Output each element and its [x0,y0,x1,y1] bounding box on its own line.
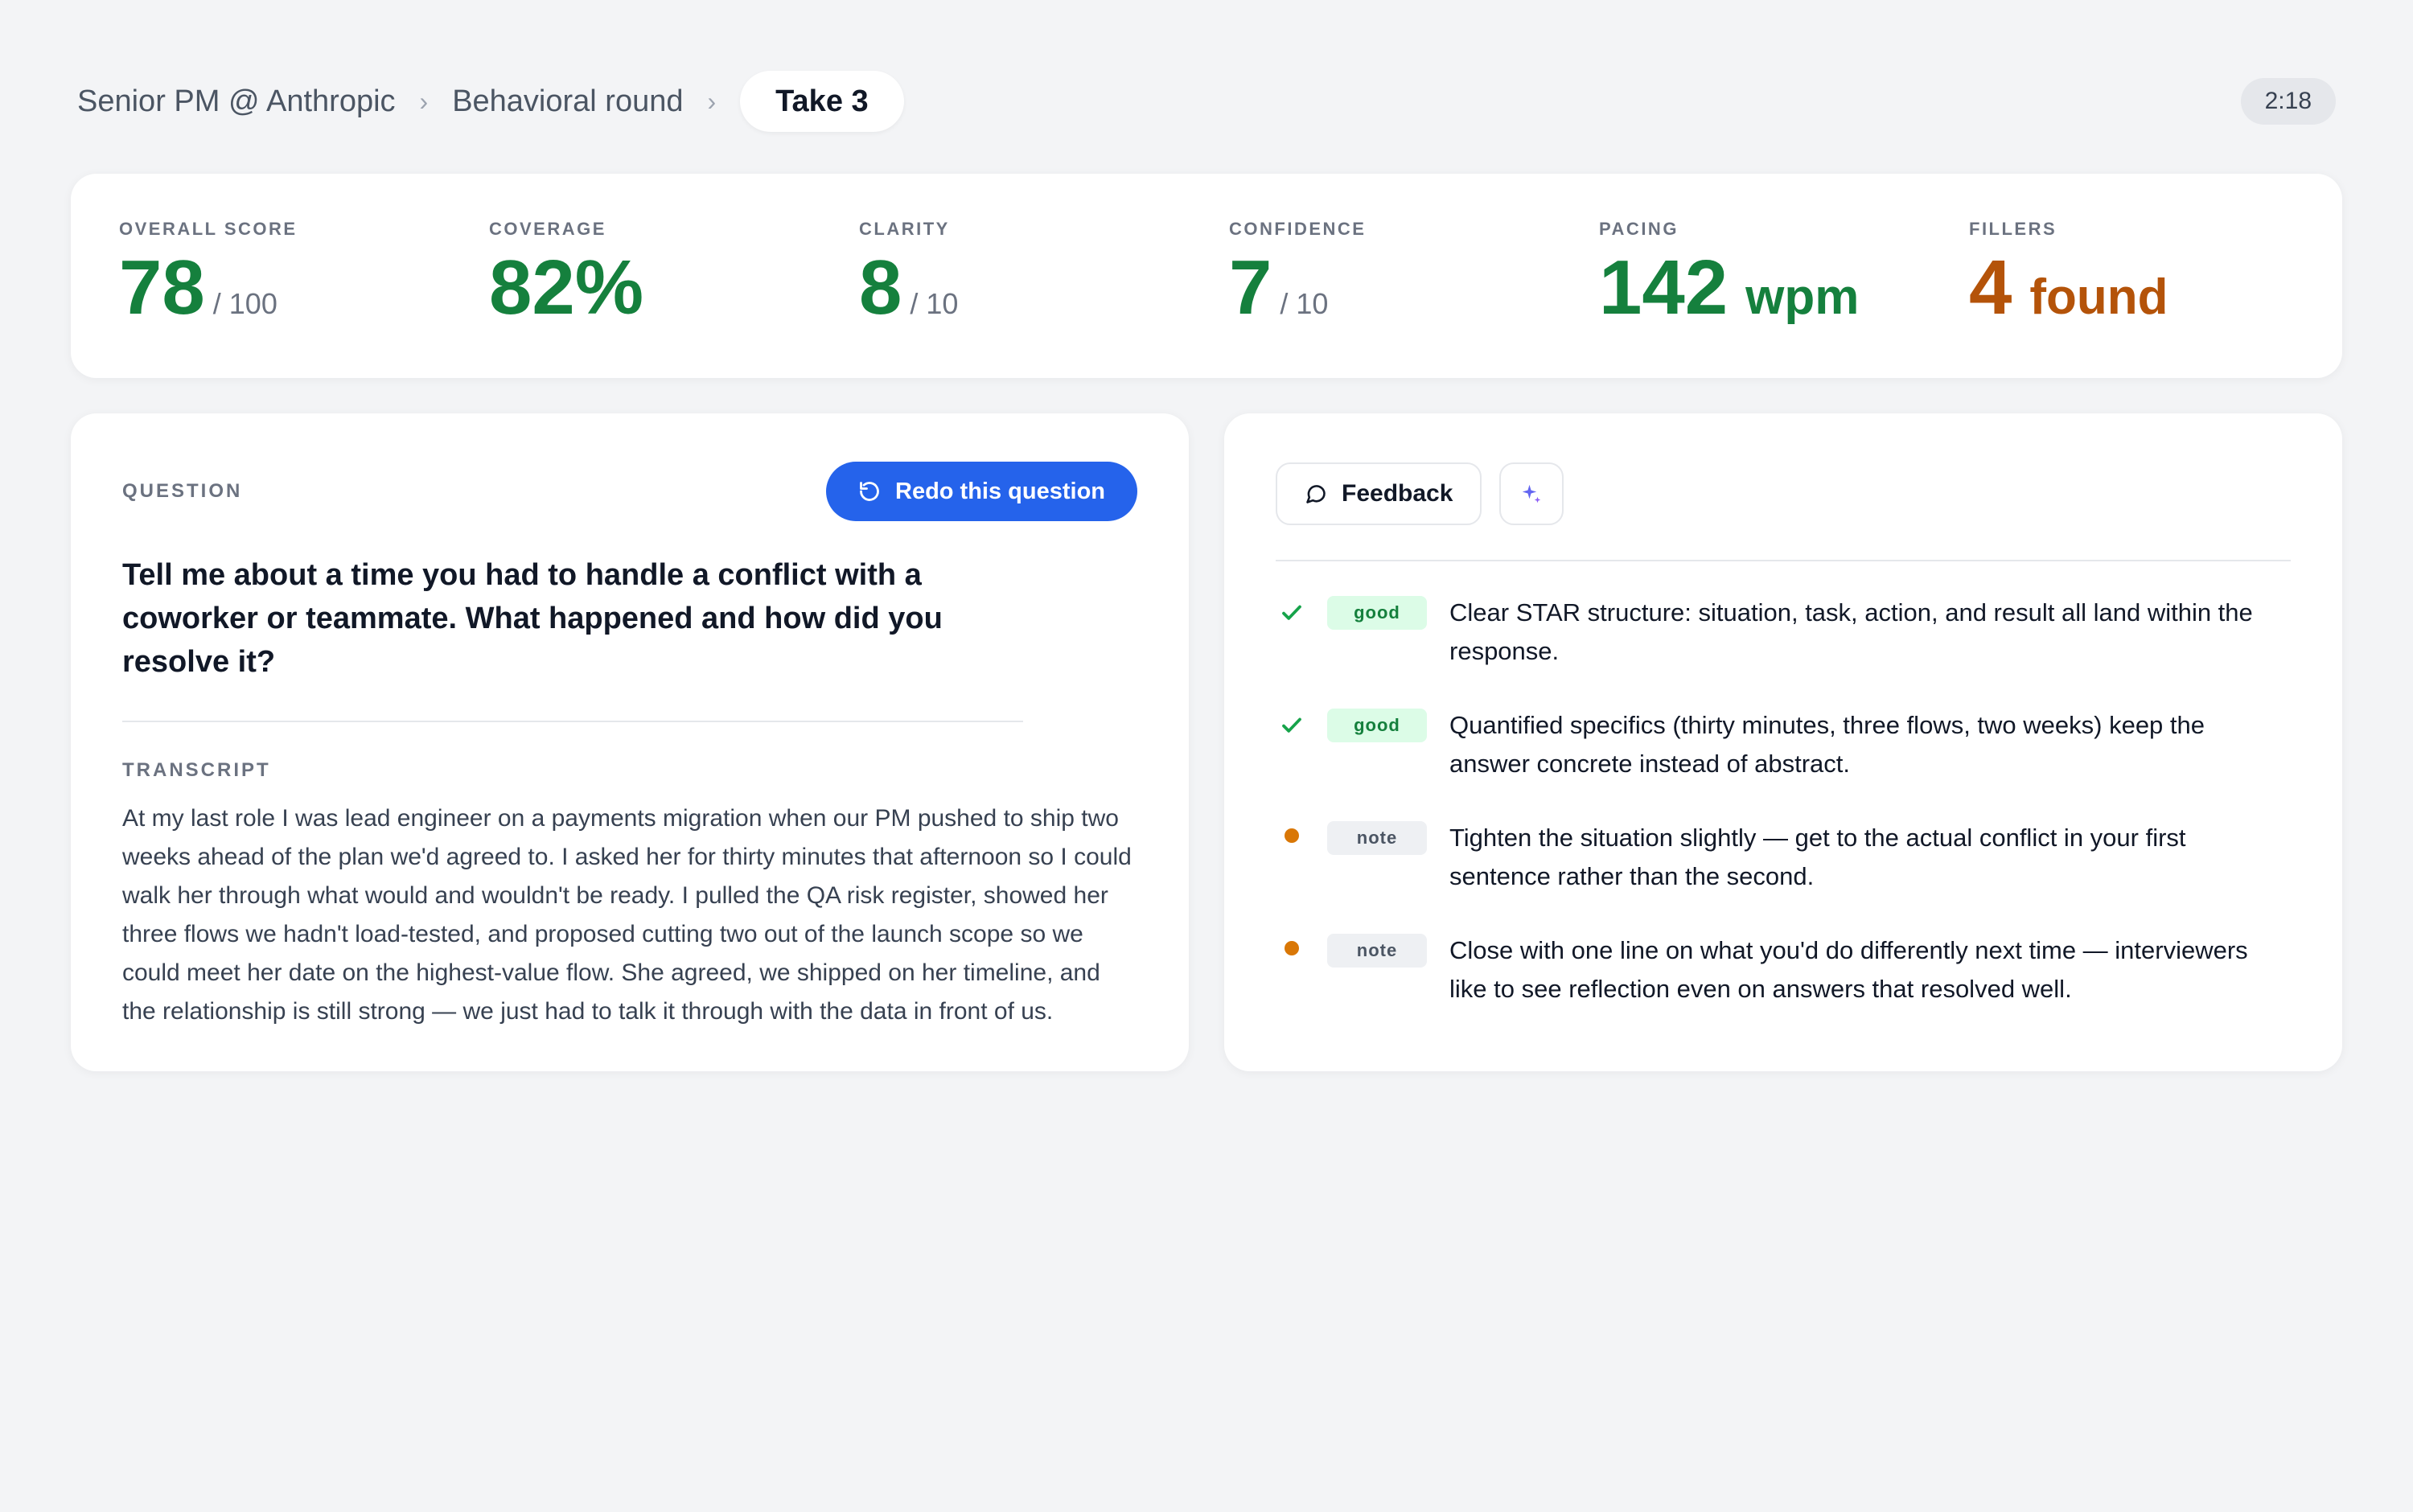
metric-fillers: FILLERS 4 found [1969,219,2168,327]
refresh-icon [860,482,879,501]
breadcrumb-round[interactable]: Behavioral round [452,84,683,119]
feedback-item: note Close with one line on what you'd d… [1276,931,2291,1009]
metric-value: 8 [859,244,902,331]
breadcrumb-role[interactable]: Senior PM @ Anthropic [77,84,396,119]
feedback-text: Close with one line on what you'd do dif… [1449,936,2248,1003]
chat-bubble-icon [1306,485,1326,503]
divider [122,721,1023,722]
metric-suffix: wpm [1745,269,1860,325]
metric-suffix: / 10 [1280,287,1329,320]
transcript-label: TRANSCRIPT [122,759,271,781]
metric-label: COVERAGE [489,219,606,239]
transcript-text: At my last role I was lead engineer on a… [122,805,1132,1025]
ai-sparkle-button[interactable] [1499,462,1564,525]
feedback-text: Tighten the situation slightly — get to … [1449,824,2186,890]
feedback-item: good Clear STAR structure: situation, ta… [1276,594,2291,671]
chevron-right-icon: › [419,86,429,116]
metric-label: PACING [1599,219,1679,239]
metric-clarity: CLARITY 8 / 10 [859,219,958,327]
feedback-badge: good [1327,709,1427,742]
metric-label: OVERALL SCORE [119,219,298,239]
feedback-text: Quantified specifics (thirty minutes, th… [1449,711,2205,778]
metric-pacing: PACING 142 wpm [1599,219,1859,327]
metric-value: 7 [1229,244,1272,331]
question-label: QUESTION [122,480,243,502]
metric-overall-score: OVERALL SCORE 78 / 100 [119,219,298,327]
metric-value: 78 [119,244,205,331]
metric-label: FILLERS [1969,219,2057,239]
chevron-right-icon: › [707,86,717,116]
metric-confidence: CONFIDENCE 7 / 10 [1229,219,1366,327]
metric-value: 142 [1599,244,1729,331]
metric-label: CONFIDENCE [1229,219,1367,239]
dot-icon [1276,819,1308,857]
tab-feedback[interactable]: Feedback [1276,462,1482,525]
metric-value: 82% [489,244,644,331]
sparkle-icon [1523,484,1541,503]
feedback-badge: good [1327,596,1427,630]
redo-button-label: Redo this question [895,478,1105,504]
dot-icon [1276,931,1308,970]
tab-feedback-label: Feedback [1342,480,1453,507]
check-icon [1276,594,1308,632]
timer-badge: 2:18 [2240,78,2336,125]
feedback-item: good Quantified specifics (thirty minute… [1276,706,2291,783]
feedback-badge: note [1327,821,1427,855]
divider [1276,560,2291,561]
feedback-item: note Tighten the situation slightly — ge… [1276,819,2291,896]
breadcrumb-current-take[interactable]: Take 3 [740,71,904,132]
feedback-badge: note [1327,934,1427,968]
metric-suffix: / 100 [212,287,277,320]
feedback-text: Clear STAR structure: situation, task, a… [1449,598,2253,665]
metric-label: CLARITY [859,219,950,239]
metric-value: 4 [1969,244,2012,331]
question-card: QUESTION Redo this question Tell me abou… [71,413,1189,1071]
redo-question-button[interactable]: Redo this question [826,462,1137,521]
check-icon [1276,706,1308,745]
header: Senior PM @ Anthropic › Behavioral round… [77,71,2336,132]
metric-suffix: / 10 [910,287,959,320]
feedback-card: Feedback good Clear STAR structure: situ… [1224,413,2342,1071]
metric-suffix: found [2029,269,2168,325]
feedback-list: good Clear STAR structure: situation, ta… [1276,594,2291,1009]
question-text: Tell me about a time you had to handle a… [122,558,943,679]
metrics-card: OVERALL SCORE 78 / 100 COVERAGE 82% CLAR… [71,174,2342,378]
metric-coverage: COVERAGE 82% [489,219,643,327]
